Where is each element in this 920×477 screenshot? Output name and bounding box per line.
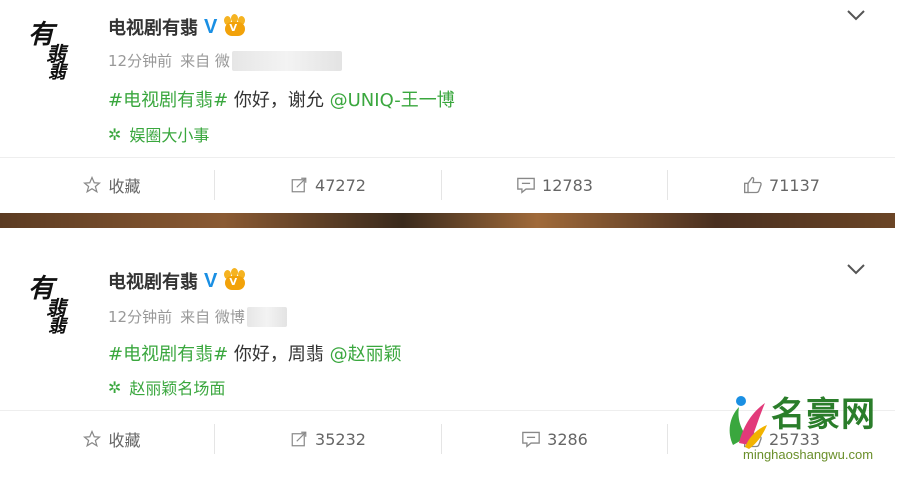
- mention-link[interactable]: @赵丽颖: [330, 344, 402, 365]
- account-name[interactable]: 电视剧有翡: [108, 14, 198, 40]
- comment-count: 12783: [542, 175, 593, 195]
- post-text: #电视剧有翡# 你好，谢允 @UNIQ-王一博: [108, 86, 455, 112]
- divider: [441, 424, 442, 454]
- divider: [214, 424, 215, 454]
- post-time[interactable]: 12分钟前: [108, 306, 172, 327]
- hashtag-link[interactable]: #电视剧有翡#: [108, 90, 228, 111]
- post-text: #电视剧有翡# 你好，周翡 @赵丽颖: [108, 340, 402, 366]
- account-name[interactable]: 电视剧有翡: [108, 268, 198, 294]
- post-body: 你好，谢允: [228, 90, 330, 111]
- divider: [0, 157, 895, 158]
- topic-label: 娱圈大小事: [129, 126, 210, 145]
- repost-count: 47272: [315, 175, 366, 195]
- favorite-label: 收藏: [108, 177, 141, 196]
- topic-link[interactable]: ✲ 娱圈大小事: [108, 122, 209, 146]
- favorite-button[interactable]: 收藏: [0, 160, 223, 210]
- divider: [441, 170, 442, 200]
- star-icon: [82, 175, 102, 195]
- watermark-url: minghaoshangwu.com: [743, 447, 874, 462]
- weibo-post-1: 有 翡 翡 电视剧有翡 V V 12分钟前 来自 微 #电视剧有翡# 你好，谢允…: [0, 0, 895, 213]
- repost-button[interactable]: 47272: [216, 160, 439, 210]
- verified-icon: V: [204, 269, 218, 292]
- post-meta: 12分钟前 来自 微博: [108, 306, 287, 327]
- divider: [667, 170, 668, 200]
- star-icon: [82, 429, 102, 449]
- avatar-char: 翡: [48, 62, 66, 83]
- repost-icon: [289, 429, 309, 449]
- blurred-source: [231, 50, 342, 71]
- comment-button[interactable]: 12783: [443, 160, 666, 210]
- topic-flower-icon: ✲: [108, 377, 122, 397]
- account-header: 电视剧有翡 V V: [108, 268, 247, 294]
- verified-icon: V: [204, 15, 218, 38]
- vip-crown-icon[interactable]: V: [223, 14, 247, 38]
- topic-label: 赵丽颖名场面: [129, 379, 226, 398]
- comment-button[interactable]: 3286: [443, 414, 666, 464]
- brand-logo-icon: [729, 396, 767, 449]
- account-header: 电视剧有翡 V V: [108, 14, 247, 40]
- favorite-label: 收藏: [108, 431, 141, 450]
- post-body: 你好，周翡: [228, 344, 330, 365]
- like-button[interactable]: 71137: [670, 160, 893, 210]
- post-source: 来自 微: [180, 52, 230, 70]
- image-strip: [0, 213, 895, 228]
- avatar-char: 翡: [48, 316, 66, 337]
- post-actions: 收藏 47272 12783 71137: [0, 160, 895, 210]
- like-count: 71137: [769, 175, 820, 195]
- favorite-button[interactable]: 收藏: [0, 414, 223, 464]
- post-meta: 12分钟前 来自 微: [108, 50, 342, 71]
- chevron-down-icon[interactable]: [845, 4, 867, 26]
- post-time[interactable]: 12分钟前: [108, 50, 172, 71]
- blurred-source: [246, 306, 287, 327]
- mention-link[interactable]: @UNIQ-王一博: [330, 90, 455, 111]
- thumbs-up-icon: [743, 175, 763, 195]
- repost-button[interactable]: 35232: [216, 414, 439, 464]
- topic-link[interactable]: ✲ 赵丽颖名场面: [108, 375, 225, 399]
- divider: [214, 170, 215, 200]
- divider: [667, 424, 668, 454]
- chevron-down-icon[interactable]: [845, 258, 867, 280]
- topic-flower-icon: ✲: [108, 124, 122, 144]
- site-watermark: 名豪网 minghaoshangwu.com: [725, 385, 915, 470]
- watermark-brand: 名豪网: [771, 395, 876, 435]
- hashtag-link[interactable]: #电视剧有翡#: [108, 344, 228, 365]
- account-avatar[interactable]: 有 翡 翡: [22, 268, 82, 337]
- repost-count: 35232: [315, 429, 366, 449]
- post-source: 来自 微博: [180, 308, 245, 326]
- comment-icon: [521, 429, 541, 449]
- vip-crown-icon[interactable]: V: [223, 268, 247, 292]
- repost-icon: [289, 175, 309, 195]
- account-avatar[interactable]: 有 翡 翡: [22, 14, 82, 83]
- comment-icon: [516, 175, 536, 195]
- comment-count: 3286: [547, 429, 588, 449]
